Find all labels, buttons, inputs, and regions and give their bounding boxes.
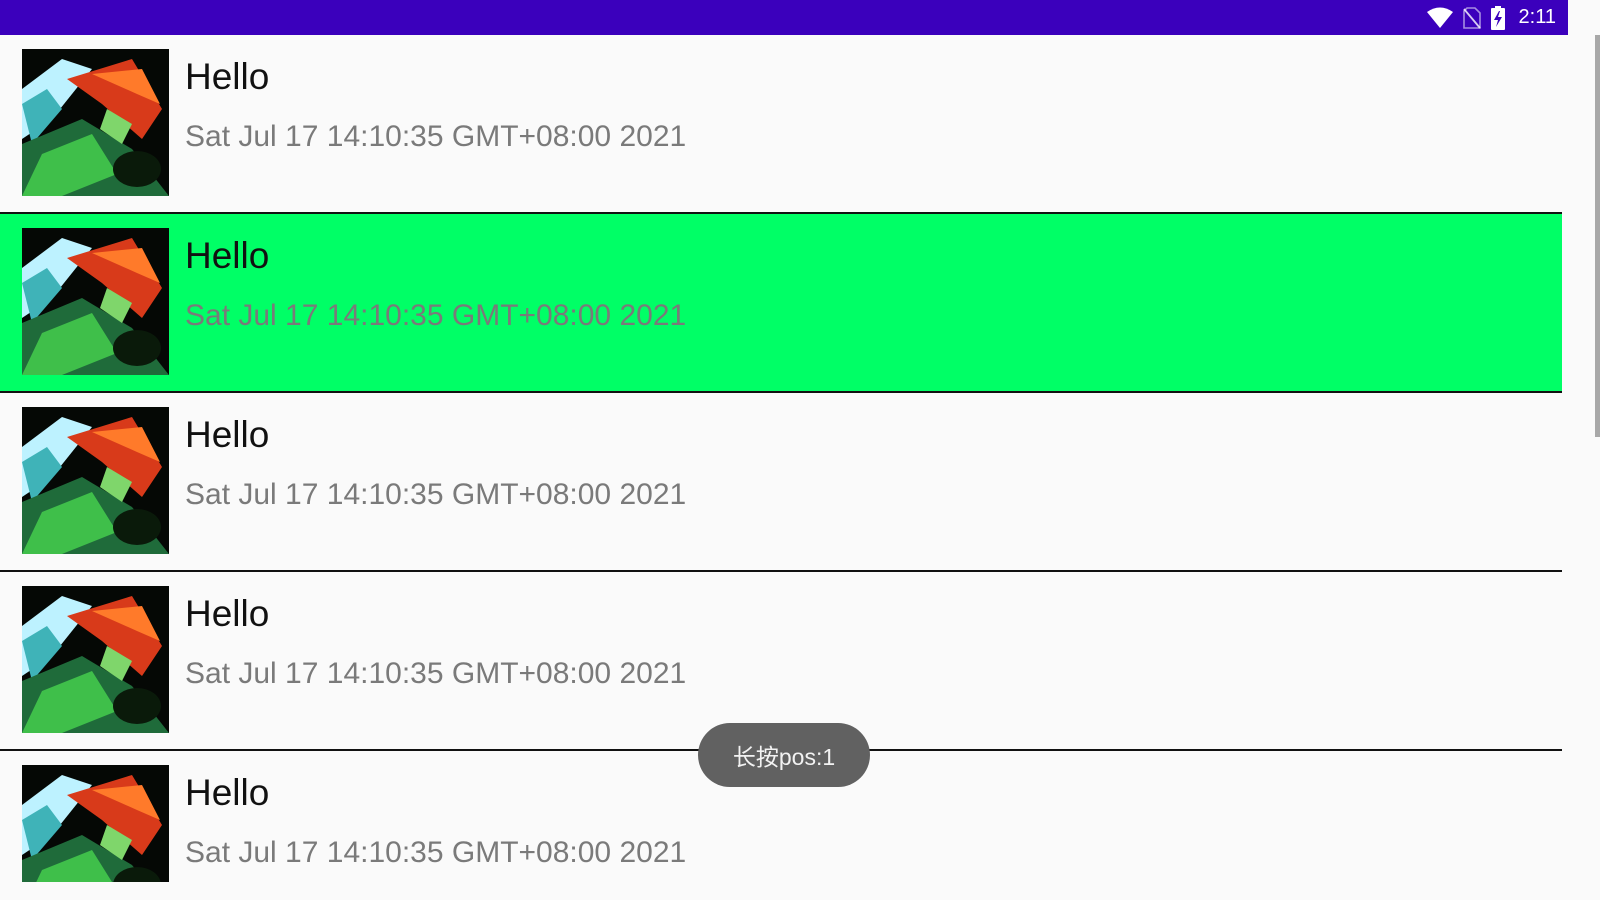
item-thumbnail [22,228,169,375]
item-title: Hello [185,56,270,97]
no-sim-icon [1462,6,1481,29]
item-timestamp: Sat Jul 17 14:10:35 GMT+08:00 2021 [185,299,687,332]
item-timestamp: Sat Jul 17 14:10:35 GMT+08:00 2021 [185,478,687,511]
item-title: Hello [185,772,270,813]
item-title: Hello [185,235,270,276]
item-thumbnail [22,586,169,733]
wifi-icon [1426,7,1453,29]
item-thumbnail [22,49,169,196]
status-time: 2:11 [1518,6,1556,28]
list-item[interactable]: Hello Sat Jul 17 14:10:35 GMT+08:00 2021 [0,214,1562,393]
battery-charging-icon [1490,5,1505,30]
item-title: Hello [185,414,270,455]
status-icons: 2:11 [1426,0,1556,35]
item-title: Hello [185,593,270,634]
list-item[interactable]: Hello Sat Jul 17 14:10:35 GMT+08:00 2021 [0,35,1562,214]
item-timestamp: Sat Jul 17 14:10:35 GMT+08:00 2021 [185,657,687,690]
item-thumbnail [22,765,169,882]
toast-message: 长按pos:1 [698,723,870,787]
item-thumbnail [22,407,169,554]
scrollbar[interactable] [1595,35,1600,437]
item-timestamp: Sat Jul 17 14:10:35 GMT+08:00 2021 [185,836,687,869]
item-timestamp: Sat Jul 17 14:10:35 GMT+08:00 2021 [185,120,687,153]
status-bar: 2:11 [0,0,1568,35]
list-item[interactable]: Hello Sat Jul 17 14:10:35 GMT+08:00 2021 [0,393,1562,572]
